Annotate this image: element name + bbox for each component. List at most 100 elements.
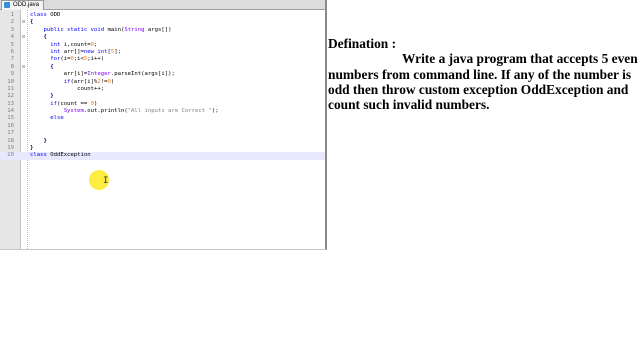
code-token: new int xyxy=(83,48,108,55)
line-number: 6 xyxy=(10,48,14,55)
code-line[interactable]: 9 arr[i]=Integer.parseInt(args[i]); xyxy=(0,71,325,78)
code-line[interactable]: 6 int arr[]=new int[5]; xyxy=(0,49,325,56)
line-number: 4 xyxy=(10,34,14,41)
code-token: main( xyxy=(107,26,125,33)
code-line[interactable]: 13 if(count == 0) xyxy=(0,101,325,108)
code-token: int xyxy=(50,48,64,55)
code-token: class xyxy=(30,12,51,18)
code-line[interactable]: 3 public static void main(String args[]) xyxy=(0,27,325,34)
code-area[interactable]: 1 class ODD 2 ⊟{3 public static void main(S… xyxy=(0,12,325,160)
code-text: { xyxy=(30,19,33,26)
code-token: (i= xyxy=(60,56,71,63)
code-token: else xyxy=(50,115,64,122)
code-text: System.out.println("All inputs are Corre… xyxy=(30,108,219,115)
code-token: { xyxy=(50,63,54,70)
code-token: ; xyxy=(94,41,98,48)
tab-odd-java[interactable]: ODD.java xyxy=(1,0,45,10)
code-text: { xyxy=(30,63,54,71)
code-token: for xyxy=(50,56,61,63)
code-token: args[]) xyxy=(144,26,172,33)
code-token: } xyxy=(30,145,34,152)
definition-title: Defination : xyxy=(328,36,397,51)
code-token: ]; xyxy=(114,48,121,55)
code-token: (arr[i]% xyxy=(70,78,98,85)
code-token: .parseInt(args[i]); xyxy=(110,71,175,78)
code-token: ;i< xyxy=(73,56,84,63)
code-line[interactable]: 15 else xyxy=(0,115,325,122)
line-number: 17 xyxy=(7,130,14,137)
code-line[interactable]: 11 count++; xyxy=(0,86,325,93)
code-line[interactable]: 7 for(i=0;i<5;i++) xyxy=(0,56,325,63)
code-line[interactable]: 17 xyxy=(0,130,325,137)
code-token: class xyxy=(30,152,51,159)
fold-toggle-icon[interactable]: ⊟ xyxy=(21,34,26,41)
code-token: i,count= xyxy=(63,41,91,48)
line-number: 19 xyxy=(7,145,14,152)
code-token: ODD xyxy=(50,12,61,18)
code-token: arr[i]= xyxy=(30,71,88,78)
line-number: 18 xyxy=(7,137,14,144)
code-token: { xyxy=(43,34,47,41)
code-token: } xyxy=(50,93,54,100)
code-text: class OddException xyxy=(30,152,91,159)
line-number: 12 xyxy=(7,93,14,100)
definition-panel: Defination : Write a java program that a… xyxy=(328,36,640,112)
code-editor[interactable]: ODD.java 1 class ODD 2 ⊟ {3 public static vo… xyxy=(0,0,327,250)
code-token: public static void xyxy=(43,26,108,33)
code-token: } xyxy=(43,137,47,144)
code-text: { xyxy=(30,34,47,41)
code-token: System xyxy=(63,108,84,115)
code-line[interactable]: 10 if(arr[i]%2!=0) xyxy=(0,79,325,86)
line-number: 20 xyxy=(7,152,14,159)
code-text: int arr[]=new int[5]; xyxy=(30,49,121,56)
code-token: arr[]= xyxy=(63,48,84,55)
code-line[interactable]: 18 } xyxy=(0,138,325,145)
java-file-icon xyxy=(4,2,10,8)
line-number: 8 xyxy=(10,63,14,70)
code-token: ) xyxy=(94,100,98,107)
code-line[interactable]: 5 int i,count=0; xyxy=(0,42,325,49)
code-text: int i,count=0; xyxy=(30,42,97,49)
code-line[interactable]: 20 class OddException xyxy=(0,152,325,160)
code-line[interactable]: 2 ⊟ { xyxy=(0,19,325,26)
code-line[interactable]: 8 ⊟ { xyxy=(0,64,325,71)
code-text: else xyxy=(30,115,64,122)
code-token: Integer xyxy=(87,71,111,78)
line-number: 13 xyxy=(7,100,14,107)
code-line[interactable]: 4 ⊟ { xyxy=(0,34,325,41)
code-line[interactable]: 12 } xyxy=(0,93,325,100)
code-text: } xyxy=(30,93,54,100)
code-text: if(arr[i]%2!=0) xyxy=(30,78,115,86)
line-number: 14 xyxy=(7,108,14,115)
code-line[interactable]: 16 xyxy=(0,123,325,130)
code-text: count++; xyxy=(30,86,104,93)
line-number: 10 xyxy=(7,78,14,85)
code-line[interactable]: 14 System.out.println("All inputs are Co… xyxy=(0,108,325,115)
code-text: for(i=0;i<5;i++) xyxy=(30,56,104,63)
line-number: 7 xyxy=(10,56,14,63)
line-number: 3 xyxy=(10,26,14,33)
code-token: if xyxy=(50,100,57,107)
line-number: 16 xyxy=(7,122,14,129)
code-token: .out.println( xyxy=(83,108,128,115)
code-token: != xyxy=(100,78,108,85)
code-token: ); xyxy=(211,108,219,115)
code-line[interactable]: 1 class ODD xyxy=(0,12,325,19)
code-token: OddException xyxy=(50,152,91,159)
code-text: public static void main(String args[]) xyxy=(30,26,172,34)
line-number: 11 xyxy=(7,85,14,92)
fold-toggle-icon[interactable]: ⊟ xyxy=(21,19,26,26)
code-line[interactable]: 19} xyxy=(0,145,325,152)
fold-toggle-icon[interactable]: ⊟ xyxy=(21,64,26,71)
